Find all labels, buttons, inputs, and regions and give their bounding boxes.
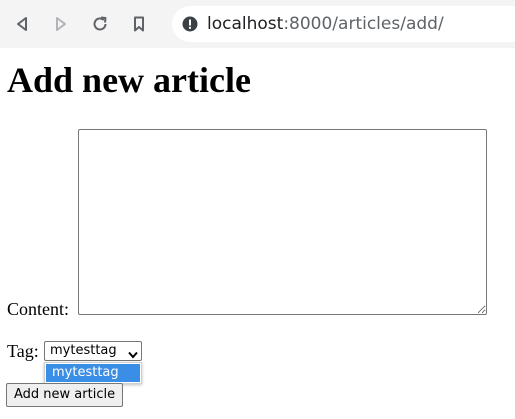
url-path: :8000/articles/add/	[283, 14, 444, 34]
tag-dropdown-list: mytesttag	[44, 362, 142, 384]
bookmark-icon[interactable]	[127, 12, 151, 36]
page-content: Add new article Content: Tag: mytesttag …	[0, 48, 515, 419]
url-host: localhost	[207, 14, 284, 34]
content-textarea[interactable]	[78, 129, 487, 315]
content-label: Content:	[7, 299, 69, 319]
page-title: Add new article	[7, 60, 251, 100]
url-text[interactable]: localhost:8000/articles/add/	[207, 12, 444, 36]
info-icon[interactable]	[182, 16, 198, 32]
forward-arrow-icon[interactable]	[49, 12, 73, 36]
back-arrow-icon[interactable]	[10, 12, 34, 36]
tag-select[interactable]: mytesttag	[44, 341, 142, 361]
tag-select-value: mytesttag	[50, 343, 117, 358]
add-article-button[interactable]: Add new article	[6, 383, 124, 407]
reload-icon[interactable]	[88, 12, 112, 36]
tag-label: Tag:	[7, 341, 39, 361]
browser-toolbar: localhost:8000/articles/add/	[0, 0, 515, 48]
address-bar[interactable]: localhost:8000/articles/add/	[172, 6, 515, 42]
tag-option[interactable]: mytesttag	[46, 364, 140, 382]
